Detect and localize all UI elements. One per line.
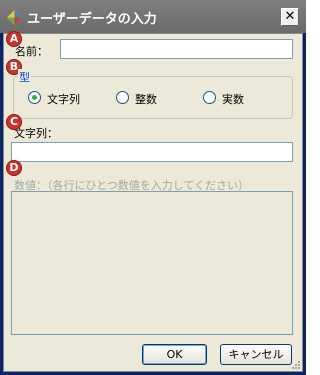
radio-string[interactable] — [28, 91, 41, 104]
close-icon: ✕ — [284, 9, 296, 24]
numeric-textarea[interactable] — [11, 191, 293, 335]
dialog-body: A 名前： B 型 文字列 整数 実数 C 文字列： D 数値：（各行にひとつ数… — [3, 31, 303, 372]
name-label: 名前： — [15, 45, 48, 58]
radio-real[interactable] — [203, 91, 216, 104]
window-title: ユーザーデータの入力 — [27, 12, 157, 27]
ok-button[interactable]: OK — [142, 344, 207, 365]
radio-integer[interactable] — [116, 91, 129, 104]
radio-string-label[interactable]: 文字列 — [47, 91, 80, 107]
badge-d: D — [6, 160, 22, 176]
name-input[interactable] — [60, 39, 293, 59]
type-group-title: 型 — [18, 69, 31, 85]
resize-grip-icon[interactable] — [290, 359, 300, 369]
radio-integer-label[interactable]: 整数 — [135, 91, 157, 107]
app-icon — [7, 10, 22, 25]
radio-selected-dot — [32, 95, 37, 100]
string-input[interactable] — [11, 142, 293, 162]
radio-real-label[interactable]: 実数 — [222, 91, 244, 107]
string-label: 文字列： — [14, 127, 58, 140]
dialog-window: ユーザーデータの入力 ✕ A 名前： B 型 文字列 整数 実数 C 文字列： … — [0, 0, 306, 375]
close-button[interactable]: ✕ — [281, 8, 299, 26]
title-bar[interactable]: ユーザーデータの入力 ✕ — [0, 0, 306, 33]
cancel-button[interactable]: キャンセル — [220, 344, 292, 365]
